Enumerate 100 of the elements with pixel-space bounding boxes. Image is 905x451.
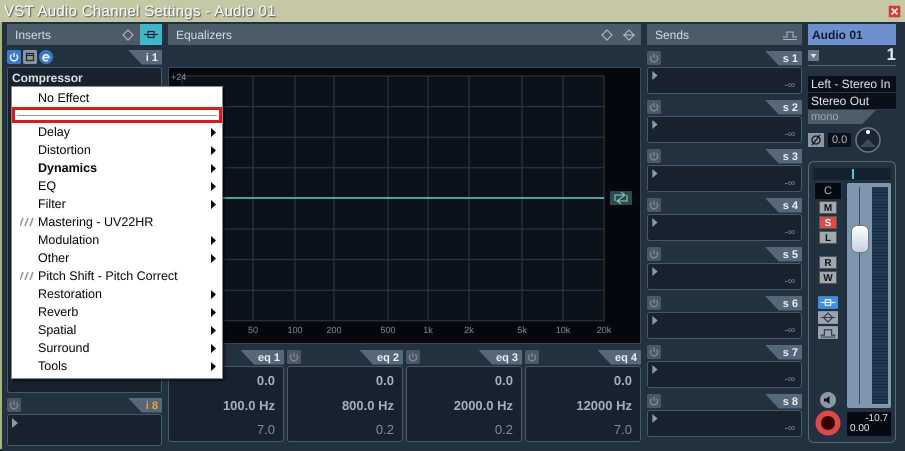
q-value[interactable]: 0.2 (494, 422, 513, 437)
power-icon[interactable] (647, 149, 661, 163)
slot-tag: i 1 (128, 50, 162, 64)
menu-item[interactable]: Tools (12, 357, 222, 375)
send-level: -∞ (784, 374, 795, 385)
frequency-value[interactable]: 800.0 Hz (342, 398, 394, 412)
inserts-route-icon[interactable] (818, 296, 838, 309)
diamond-icon[interactable] (122, 28, 134, 40)
record-button-icon[interactable] (815, 410, 841, 436)
channel-button[interactable]: M (819, 201, 837, 214)
eq-bypass-icon[interactable] (623, 28, 635, 40)
q-value[interactable]: 7.0 (256, 422, 275, 437)
band-tag: eq 4 (596, 350, 641, 364)
send-level: -∞ (784, 276, 795, 287)
play-arrow-icon[interactable] (652, 414, 658, 423)
send-level: -∞ (784, 129, 795, 140)
gain-value[interactable]: 0.0 (614, 373, 632, 388)
power-icon[interactable] (525, 350, 539, 364)
band-tag: eq 3 (478, 350, 522, 364)
gain-value[interactable]: 0.0 (376, 373, 394, 388)
slot-tag: s 1 (764, 50, 802, 66)
send-slot[interactable]: -∞ (647, 410, 802, 437)
play-arrow-icon[interactable] (652, 365, 658, 374)
send-slot[interactable]: -∞ (647, 312, 802, 339)
band-tag: eq 2 (358, 350, 403, 364)
sends-route-icon[interactable] (818, 326, 838, 339)
fader-handle[interactable] (851, 225, 869, 254)
play-arrow-icon[interactable] (652, 218, 658, 227)
q-value[interactable]: 7.0 (614, 422, 632, 437)
play-arrow-icon[interactable] (652, 120, 658, 129)
send-slot[interactable]: -∞ (647, 214, 802, 241)
gain-value[interactable]: 0.0 (256, 373, 275, 388)
power-icon[interactable] (647, 198, 661, 212)
power-icon[interactable] (406, 350, 420, 364)
power-icon[interactable] (7, 50, 21, 64)
sends-icon[interactable] (782, 28, 798, 40)
phase-icon[interactable] (808, 133, 824, 147)
meter-peak: -10.7 (865, 413, 888, 424)
send-slot[interactable]: -∞ (647, 263, 802, 290)
send-slot[interactable]: -∞ (647, 361, 802, 388)
reset-icon[interactable] (610, 191, 632, 205)
q-value[interactable]: 0.2 (376, 422, 394, 437)
play-arrow-icon[interactable] (12, 418, 18, 428)
slot-tag: s 2 (764, 100, 802, 114)
edit-icon[interactable] (39, 50, 53, 64)
send-slot[interactable]: -∞ (647, 165, 802, 192)
play-arrow-icon[interactable] (652, 71, 658, 80)
power-icon[interactable] (647, 247, 661, 261)
axis-label: 5k (517, 325, 527, 335)
play-arrow-icon[interactable] (652, 169, 658, 178)
power-icon[interactable] (647, 394, 661, 408)
slot-tag: s 4 (764, 198, 802, 212)
channel-button[interactable]: R (819, 256, 837, 269)
output-routing-field[interactable]: Stereo Out (808, 93, 896, 110)
power-icon[interactable] (287, 350, 301, 364)
axis-label: 50 (248, 325, 258, 335)
channel-name[interactable]: Audio 01 (808, 24, 896, 45)
send-level: -∞ (784, 178, 795, 189)
plugin-name: Compressor (11, 70, 84, 87)
pan-bar[interactable] (813, 168, 891, 180)
close-icon[interactable] (888, 4, 901, 18)
band-tag: eq 1 (240, 350, 284, 364)
diamond-icon[interactable] (601, 28, 613, 40)
slot-tag: s 8 (764, 394, 802, 408)
slot-tag: s 7 (764, 344, 802, 360)
speaker-icon[interactable] (820, 392, 836, 408)
axis-label: 200 (326, 325, 342, 335)
play-arrow-icon[interactable] (652, 316, 658, 325)
knob-icon[interactable] (855, 127, 882, 153)
axis-label: 2k (464, 325, 474, 335)
volume-value[interactable]: 0.00 (850, 424, 888, 434)
send-slot[interactable]: -∞ (647, 67, 802, 94)
input-routing-field[interactable]: Left - Stereo In (808, 76, 896, 93)
dropdown-icon[interactable] (808, 50, 819, 60)
channel-button[interactable]: S (819, 216, 837, 229)
frequency-value[interactable]: 12000 Hz (576, 398, 632, 412)
channel-number: 1 (886, 45, 896, 65)
axis-label: 1k (423, 325, 433, 335)
axis-label: 20k (596, 325, 612, 335)
send-slot[interactable]: -∞ (647, 116, 802, 143)
plugin-stripes-icon (20, 272, 34, 280)
power-icon[interactable] (647, 296, 661, 310)
frequency-value[interactable]: 100.0 Hz (222, 398, 275, 412)
bypass-icon[interactable] (23, 50, 37, 64)
send-level: -∞ (784, 325, 795, 336)
phase-value[interactable]: 0.0 (828, 133, 852, 147)
send-level: -∞ (784, 80, 795, 91)
gain-value[interactable]: 0.0 (494, 373, 513, 388)
frequency-value[interactable]: 2000.0 Hz (454, 398, 513, 412)
axis-label: 500 (380, 325, 396, 335)
channel-button[interactable]: L (819, 231, 837, 244)
channel-button[interactable]: W (819, 271, 837, 284)
power-icon[interactable] (7, 398, 21, 412)
power-icon[interactable] (647, 51, 661, 65)
axis-label: 10k (556, 325, 570, 335)
equalizers-route-icon[interactable] (818, 311, 838, 324)
power-icon[interactable] (647, 100, 661, 114)
inserts-bypass-icon[interactable] (140, 24, 162, 45)
play-arrow-icon[interactable] (652, 267, 658, 276)
power-icon[interactable] (647, 345, 661, 359)
